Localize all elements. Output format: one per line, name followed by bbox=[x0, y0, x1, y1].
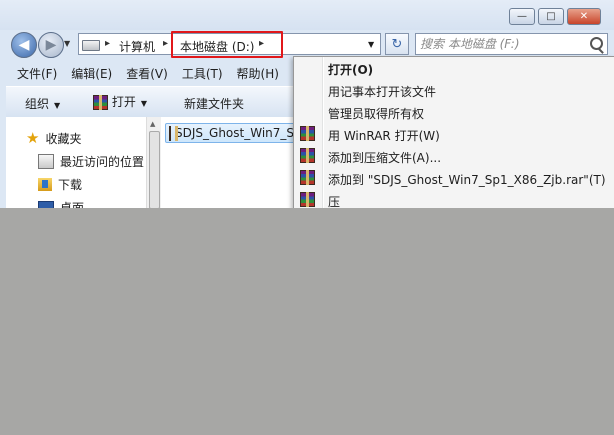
forward-arrow-icon: ▶ bbox=[45, 37, 57, 53]
refresh-icon: ↻ bbox=[391, 36, 403, 52]
organize-label: 组织 bbox=[25, 97, 50, 111]
chevron-right-icon[interactable]: ▸ bbox=[163, 38, 168, 49]
menu-item-label: 打开(O) bbox=[328, 63, 374, 77]
sidebar-item-label: 下载 bbox=[58, 178, 83, 192]
desktop-icon bbox=[38, 201, 54, 208]
menu-item-label: 添加到压缩文件(A)... bbox=[328, 151, 442, 165]
recent-pages-dropdown[interactable]: ▼ bbox=[64, 39, 70, 48]
back-button[interactable]: ◀ bbox=[11, 32, 37, 58]
downloads-folder-icon bbox=[38, 178, 52, 191]
sidebar-item-desktop[interactable]: 桌面 bbox=[38, 199, 84, 208]
menu-bar: 文件(F) 编辑(E) 查看(V) 工具(T) 帮助(H) bbox=[10, 64, 286, 84]
title-bar: — □ ✕ bbox=[0, 0, 614, 30]
close-button[interactable]: ✕ bbox=[567, 8, 601, 25]
menu-item-label: 管理员取得所有权 bbox=[328, 107, 425, 121]
menu-item-compress[interactable]: 压 bbox=[294, 189, 614, 208]
minimize-button[interactable]: — bbox=[509, 8, 535, 25]
navigation-pane: ★ 收藏夹 最近访问的位置 下载 桌面 bbox=[6, 117, 146, 208]
navigation-pane-scrollbar[interactable]: ▲ bbox=[146, 117, 161, 208]
winrar-icon bbox=[93, 95, 108, 110]
menu-file[interactable]: 文件(F) bbox=[10, 64, 64, 84]
new-folder-button[interactable]: 新建文件夹 bbox=[184, 95, 244, 112]
menu-view[interactable]: 查看(V) bbox=[119, 64, 175, 84]
menu-item-label: 压 bbox=[328, 195, 341, 208]
open-button[interactable]: 打开 ▼ bbox=[93, 93, 147, 110]
search-input[interactable] bbox=[420, 36, 580, 52]
maximize-button[interactable]: □ bbox=[538, 8, 564, 25]
menu-item-label: 添加到 "SDJS_Ghost_Win7_Sp1_X86_Zjb.rar"(T) bbox=[328, 173, 606, 187]
open-label: 打开 bbox=[111, 95, 136, 109]
menu-item-open[interactable]: 打开(O) bbox=[294, 57, 614, 79]
chevron-down-icon: ▼ bbox=[140, 99, 147, 108]
address-bar[interactable]: ▸ 计算机 ▸ 本地磁盘 (D:) ▸ ▼ bbox=[78, 31, 381, 58]
context-menu: 打开(O) 用记事本打开该文件 管理员取得所有权 用 WinRAR 打开(W) … bbox=[293, 56, 614, 208]
sidebar-item-label: 收藏夹 bbox=[45, 132, 82, 146]
scroll-up-icon[interactable]: ▲ bbox=[150, 120, 155, 128]
sidebar-item-downloads[interactable]: 下载 bbox=[38, 176, 82, 193]
menu-item-label: 用记事本打开该文件 bbox=[328, 85, 437, 99]
breadcrumb-computer[interactable]: 计算机 bbox=[119, 38, 155, 55]
chevron-down-icon: ▼ bbox=[54, 101, 61, 110]
winrar-icon bbox=[300, 192, 315, 207]
sidebar-item-label: 最近访问的位置 bbox=[60, 155, 145, 169]
caption-buttons: — □ ✕ bbox=[509, 8, 604, 25]
winrar-icon bbox=[300, 148, 315, 163]
winrar-icon bbox=[300, 170, 315, 185]
menu-item-add-to-archive[interactable]: 添加到压缩文件(A)... bbox=[294, 145, 614, 167]
search-box[interactable] bbox=[415, 33, 608, 55]
refresh-button[interactable]: ↻ bbox=[385, 33, 409, 55]
explorer-window: — □ ✕ ◀ ▶ ▼ ▸ 计算机 ▸ 本地磁盘 (D:) ▸ ▼ ↻ 文件(F… bbox=[0, 0, 614, 208]
back-arrow-icon: ◀ bbox=[18, 37, 30, 53]
chevron-right-icon[interactable]: ▸ bbox=[105, 38, 110, 49]
organize-button[interactable]: 组织 ▼ bbox=[25, 95, 60, 112]
menu-tools[interactable]: 工具(T) bbox=[175, 64, 230, 84]
menu-item-open-notepad[interactable]: 用记事本打开该文件 bbox=[294, 79, 614, 101]
menu-help[interactable]: 帮助(H) bbox=[230, 64, 286, 84]
drive-icon bbox=[82, 40, 100, 51]
chevron-down-icon[interactable]: ▼ bbox=[368, 40, 374, 49]
search-icon[interactable] bbox=[590, 37, 603, 50]
forward-button[interactable]: ▶ bbox=[38, 32, 64, 58]
sidebar-item-recent[interactable]: 最近访问的位置 bbox=[38, 153, 144, 170]
obscured-area bbox=[0, 208, 614, 435]
menu-edit[interactable]: 编辑(E) bbox=[64, 64, 119, 84]
scrollbar-thumb[interactable] bbox=[149, 131, 160, 208]
winrar-icon bbox=[169, 125, 178, 141]
menu-item-add-to-named-rar[interactable]: 添加到 "SDJS_Ghost_Win7_Sp1_X86_Zjb.rar"(T) bbox=[294, 167, 614, 189]
highlight-box bbox=[171, 31, 283, 58]
winrar-icon bbox=[300, 126, 315, 141]
menu-item-open-winrar[interactable]: 用 WinRAR 打开(W) bbox=[294, 123, 614, 145]
sidebar-item-favorites[interactable]: ★ 收藏夹 bbox=[26, 130, 81, 147]
star-icon: ★ bbox=[26, 129, 40, 147]
recent-places-icon bbox=[38, 154, 54, 169]
menu-item-label: 用 WinRAR 打开(W) bbox=[328, 129, 440, 143]
sidebar-item-label: 桌面 bbox=[60, 201, 85, 208]
menu-item-take-ownership[interactable]: 管理员取得所有权 bbox=[294, 101, 614, 123]
